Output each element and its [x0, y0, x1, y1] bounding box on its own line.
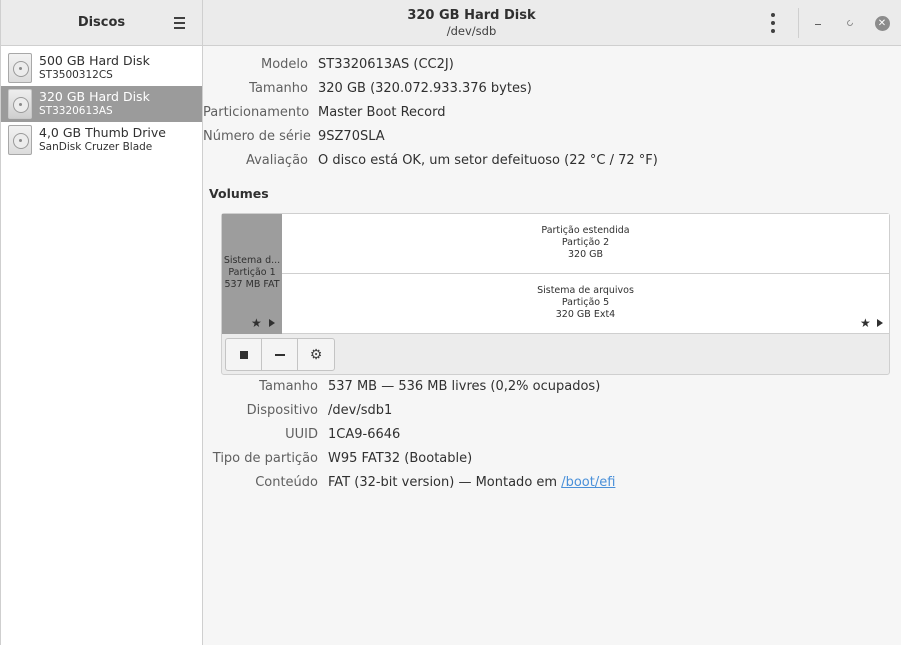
- stop-icon: [239, 350, 248, 359]
- disk-model: ST3500312CS: [39, 69, 113, 81]
- volume-size-label: Tamanho: [259, 379, 318, 394]
- disk-item-320gb[interactable]: 320 GB Hard Disk ST3320613AS: [1, 86, 202, 122]
- partition-1-type: Sistema d...: [223, 255, 281, 266]
- contents-value: FAT (32-bit version) — Montado em: [328, 475, 558, 490]
- contents-label: Conteúdo: [255, 475, 318, 490]
- disk-name: 500 GB Hard Disk: [39, 53, 150, 68]
- hamburger-menu-button[interactable]: [170, 14, 188, 32]
- model-label: Modelo: [261, 57, 308, 72]
- assessment-value: O disco está OK, um setor defeituoso (22…: [318, 153, 658, 168]
- disk-name: 320 GB Hard Disk: [39, 89, 150, 104]
- unmount-button[interactable]: [226, 339, 262, 370]
- close-icon: ✕: [874, 15, 890, 31]
- partition-settings-button[interactable]: ⚙: [298, 339, 334, 370]
- partition-5-name: Partição 5: [561, 297, 610, 308]
- thumb-drive-icon: [8, 125, 32, 155]
- partition-2-block[interactable]: Partição estendida Partição 2 320 GB: [282, 214, 889, 274]
- gear-icon: ⚙: [309, 346, 323, 363]
- serial-label: Número de série: [203, 129, 311, 144]
- disk-item-500gb[interactable]: 500 GB Hard Disk ST3500312CS: [1, 50, 202, 86]
- maximize-button[interactable]: [842, 15, 858, 31]
- partition-type-label: Tipo de partição: [212, 451, 318, 466]
- partition-2-size: 320 GB: [567, 249, 604, 260]
- play-icon: [877, 319, 883, 327]
- size-value: 320 GB (320.072.933.376 bytes): [318, 81, 532, 96]
- partition-5-type: Sistema de arquivos: [537, 285, 634, 296]
- play-icon: [269, 319, 275, 327]
- header-separator: [798, 8, 799, 38]
- volumes-frame: Sistema d... Partição 1 537 MB FAT ★ Par…: [221, 213, 890, 375]
- partition-type-value: W95 FAT32 (Bootable): [328, 451, 473, 466]
- disks-sidebar: Discos 500 GB Hard Disk ST3500312CS 320 …: [0, 0, 203, 645]
- minimize-button[interactable]: [810, 15, 826, 31]
- disk-model: SanDisk Cruzer Blade: [39, 141, 153, 153]
- partition-1-name: Partição 1: [228, 267, 276, 278]
- delete-partition-button[interactable]: [262, 339, 298, 370]
- minus-icon: [274, 353, 285, 356]
- partition-2-name: Partição 2: [561, 237, 610, 248]
- sidebar-title: Discos: [77, 15, 126, 30]
- disk-list: 500 GB Hard Disk ST3500312CS 320 GB Hard…: [1, 50, 202, 158]
- maximize-icon: [845, 18, 855, 28]
- uuid-value: 1CA9-6646: [328, 427, 401, 442]
- partition-1-block[interactable]: Sistema d... Partição 1 537 MB FAT ★: [222, 214, 282, 334]
- drive-options-button[interactable]: [769, 13, 777, 33]
- partition-1-size: 537 MB FAT: [224, 279, 280, 290]
- partitioning-value: Master Boot Record: [318, 105, 446, 120]
- partitioning-label: Particionamento: [203, 105, 310, 120]
- assessment-label: Avaliação: [245, 153, 308, 168]
- volume-size-value: 537 MB — 536 MB livres (0,2% ocupados): [328, 379, 601, 394]
- disk-name: 4,0 GB Thumb Drive: [39, 125, 166, 140]
- disk-model: ST3320613AS: [39, 105, 113, 117]
- device-label: Dispositivo: [246, 403, 318, 418]
- mount-point-link[interactable]: /boot/efi: [561, 475, 615, 490]
- disk-item-thumb-drive[interactable]: 4,0 GB Thumb Drive SanDisk Cruzer Blade: [1, 122, 202, 158]
- sidebar-header: Discos: [1, 0, 202, 46]
- hard-disk-icon: [8, 89, 32, 119]
- volume-map: Sistema d... Partição 1 537 MB FAT ★ Par…: [222, 214, 889, 334]
- partition-5-block[interactable]: Sistema de arquivos Partição 5 320 GB Ex…: [282, 274, 889, 334]
- window-title: 320 GB Hard Disk: [407, 8, 536, 23]
- star-icon: ★: [860, 316, 871, 330]
- star-icon: ★: [251, 316, 262, 330]
- hamburger-icon: [173, 17, 185, 19]
- device-value: /dev/sdb1: [328, 403, 393, 418]
- size-label: Tamanho: [249, 81, 308, 96]
- disk-details: Modelo ST3320613AS (CC2J) Tamanho 320 GB…: [203, 46, 901, 645]
- partition-5-size: 320 GB Ext4: [555, 309, 616, 320]
- kebab-menu-icon: [771, 13, 775, 17]
- uuid-label: UUID: [285, 427, 318, 442]
- minimize-icon: [815, 23, 821, 25]
- volume-toolbar: ⚙: [225, 338, 335, 371]
- window-subtitle: /dev/sdb: [446, 24, 497, 38]
- hard-disk-icon: [8, 53, 32, 83]
- volumes-heading: Volumes: [209, 186, 269, 201]
- serial-value: 9SZ70SLA: [318, 129, 385, 144]
- header-bar: 320 GB Hard Disk /dev/sdb ✕: [203, 0, 901, 46]
- partition-2-type: Partição estendida: [541, 225, 630, 236]
- close-button[interactable]: ✕: [874, 15, 890, 31]
- model-value: ST3320613AS (CC2J): [318, 57, 454, 72]
